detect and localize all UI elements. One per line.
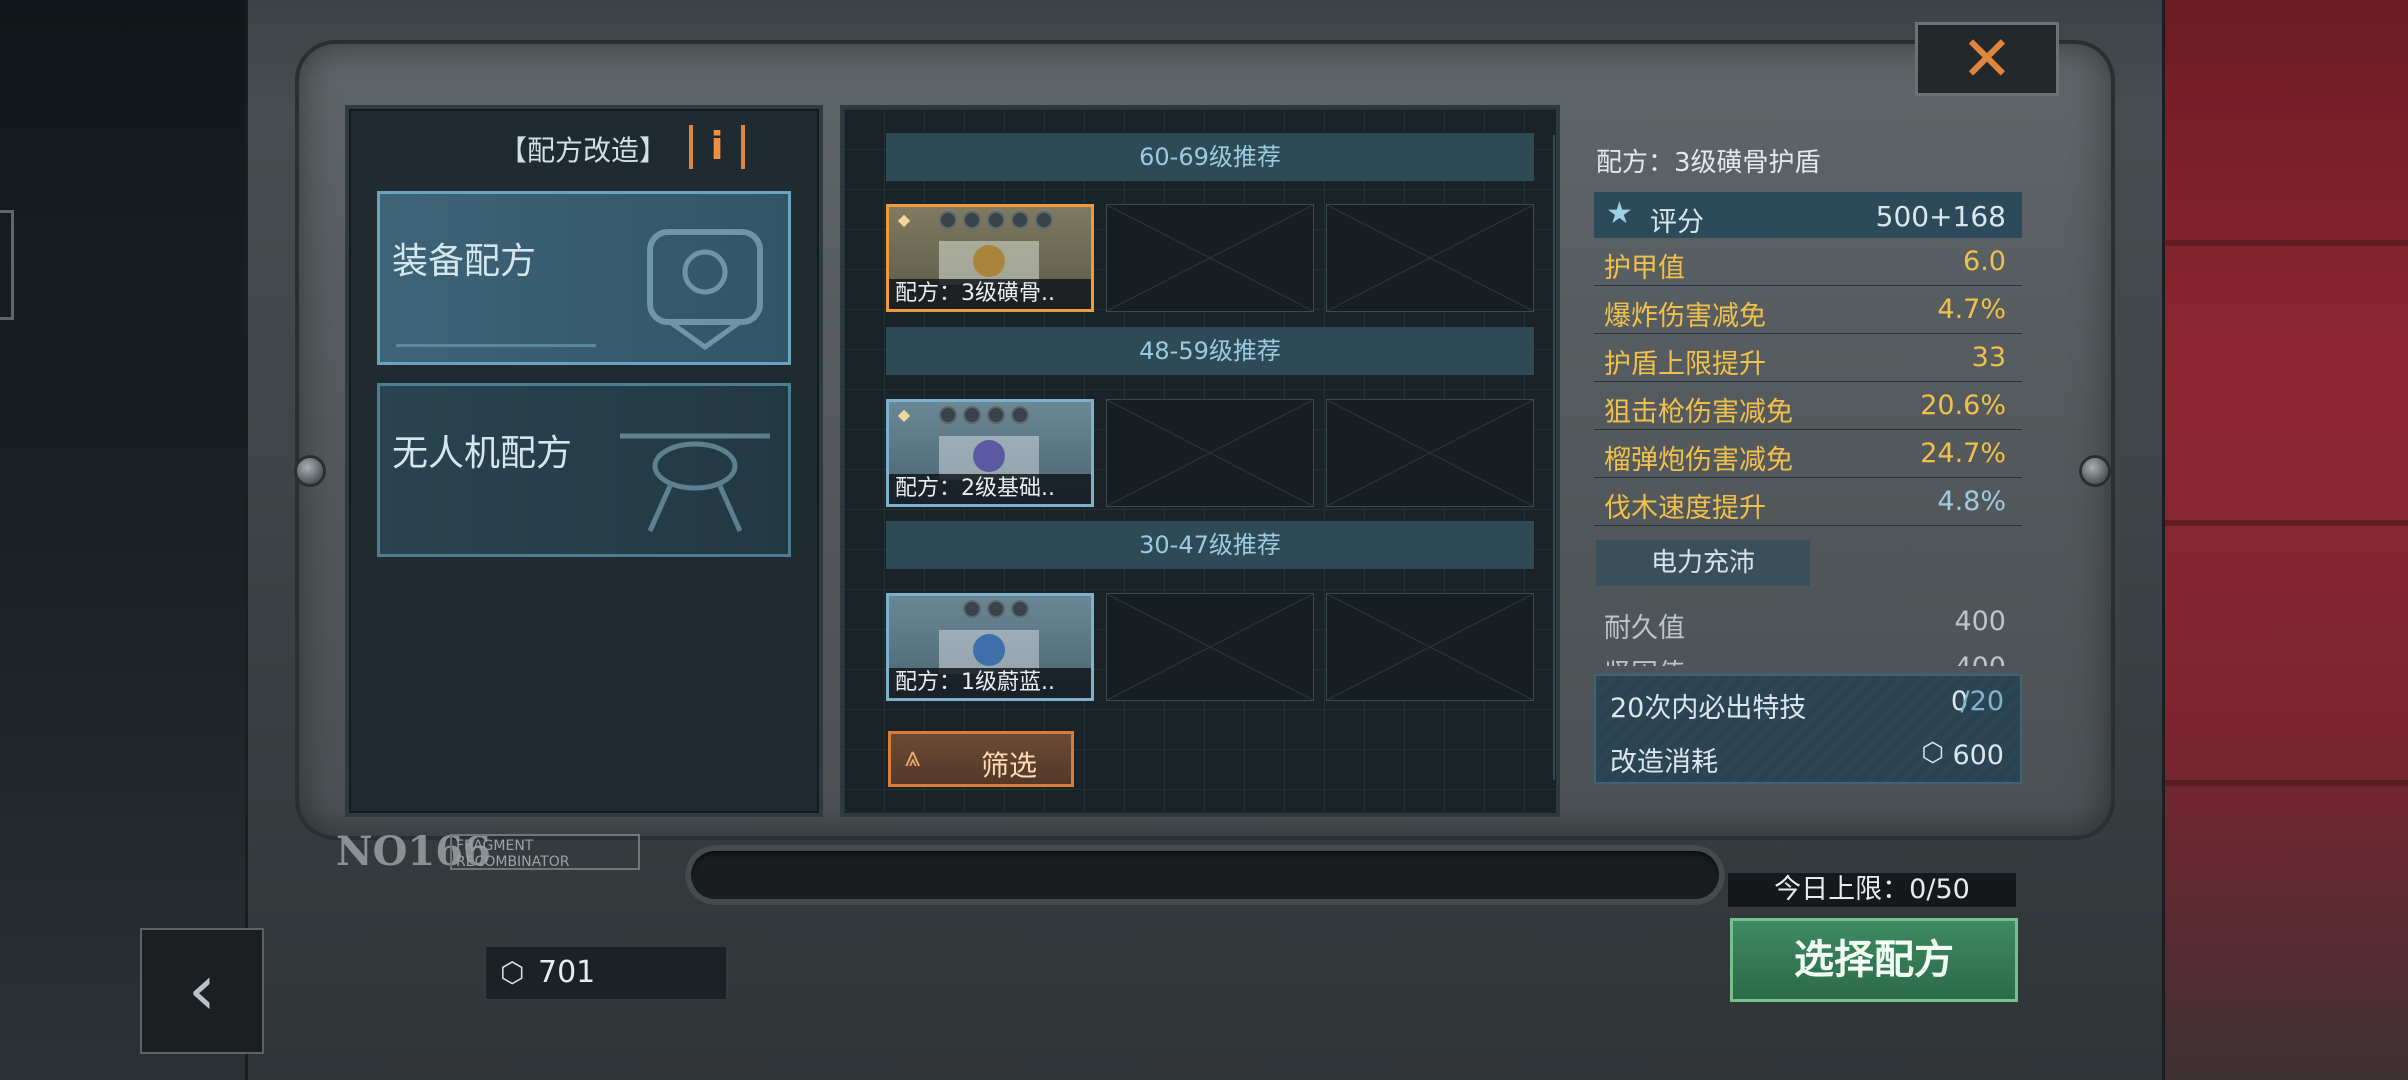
stat-value: 20.6% <box>1920 390 2006 421</box>
recipe-list-panel: 60-69级推荐 ◆ 配方：3级磺骨.. 48-59级推荐 ◆ 配方：2级基础.… <box>840 105 1560 817</box>
star-icon <box>987 600 1005 618</box>
stat-name: 护盾上限提升 <box>1604 349 1766 380</box>
guarantee-label: 20次内必出特技 <box>1610 693 1807 724</box>
star-icon <box>1011 211 1029 229</box>
category-drone-recipe[interactable]: 无人机配方 <box>377 383 791 557</box>
stat-row: 护甲值 6.0 <box>1594 240 2022 286</box>
drone-icon <box>620 433 770 533</box>
category-label: 装备配方 <box>392 241 537 282</box>
empty-slot <box>1326 593 1534 701</box>
stat-name: 伐木速度提升 <box>1604 493 1766 524</box>
stat-name: 坚固值 <box>1604 652 1685 666</box>
fragment-icon: ⬡ <box>500 956 525 989</box>
recipe-detail-title: 配方：3级磺骨护盾 <box>1596 148 1821 178</box>
modify-info-box: 20次内必出特技 0 /20 改造消耗 ⬡ 600 <box>1594 674 2022 784</box>
rivet <box>297 458 323 484</box>
recipe-name: 配方：1级蔚蓝.. <box>889 668 1091 698</box>
stat-name: 耐久值 <box>1604 613 1685 644</box>
empty-slot <box>1326 204 1534 312</box>
background-right <box>2165 0 2408 1080</box>
armor-icon <box>647 229 763 351</box>
star-icon <box>1035 211 1053 229</box>
score-value: 500+168 <box>1875 200 2006 233</box>
divider <box>1553 135 1555 780</box>
empty-slot <box>1326 399 1534 507</box>
star-icon <box>939 211 957 229</box>
output-slot <box>685 845 1725 905</box>
stat-row: 伐木速度提升 4.8% <box>1594 480 2022 526</box>
filter-button[interactable]: ⩓ 筛选 <box>888 731 1074 787</box>
score-label: 评分 <box>1650 207 1704 238</box>
star-icon <box>987 211 1005 229</box>
stat-row: 狙击枪伤害减免 20.6% <box>1594 384 2022 430</box>
back-button[interactable]: ‹ <box>140 928 264 1054</box>
stat-value: 400 <box>1954 652 2006 666</box>
machine-brand-plate: FRAGMENT RECOMBINATOR <box>450 834 640 870</box>
category-label: 无人机配方 <box>392 433 573 474</box>
sturdiness-row: 坚固值 400 <box>1594 646 2022 666</box>
recipe-name: 配方：3级磺骨.. <box>889 279 1091 309</box>
star-icon <box>1011 600 1029 618</box>
card-underline <box>396 344 596 347</box>
empty-slot <box>1106 399 1314 507</box>
star-icon <box>939 406 957 424</box>
star-icon <box>987 406 1005 424</box>
empty-slot <box>1106 593 1314 701</box>
stat-value: 4.7% <box>1937 294 2006 325</box>
guarantee-total: /20 <box>1960 686 2004 717</box>
panel-title: 【配方改造】 <box>499 134 668 167</box>
star-icon <box>963 406 981 424</box>
close-icon: ✕ <box>1961 22 2013 95</box>
fragment-count: 701 <box>538 955 596 990</box>
category-panel: 【配方改造】 i 装备配方 无人机配方 <box>345 105 823 817</box>
diamond-icon: ◆ <box>897 210 911 229</box>
cost-label: 改造消耗 <box>1610 747 1718 778</box>
recipe-name: 配方：2级基础.. <box>889 474 1091 504</box>
special-skill-tag: 电力充沛 <box>1596 540 1810 586</box>
select-recipe-button[interactable]: 选择配方 <box>1730 918 2018 1002</box>
filter-icon: ⩓ <box>905 740 921 773</box>
fragment-icon: ⬡ <box>1921 738 1944 768</box>
group-header: 48-59级推荐 <box>886 327 1534 375</box>
fragment-balance: ⬡ 701 <box>484 945 728 1001</box>
stat-value: 24.7% <box>1920 438 2006 469</box>
diamond-icon: ◆ <box>897 405 911 424</box>
stat-value: 400 <box>1954 606 2006 637</box>
side-tab <box>0 210 14 320</box>
stat-value: 4.8% <box>1937 486 2006 517</box>
cost-value: 600 <box>1952 740 2004 771</box>
score-star-icon: ★ <box>1606 196 1633 231</box>
stat-name: 爆炸伤害减免 <box>1604 301 1766 332</box>
category-equipment-recipe[interactable]: 装备配方 <box>377 191 791 365</box>
rivet <box>2082 458 2108 484</box>
stat-value: 33 <box>1971 342 2006 373</box>
stat-value: 6.0 <box>1963 246 2006 277</box>
chevron-left-icon: ‹ <box>188 949 216 1031</box>
group-header: 60-69级推荐 <box>886 133 1534 181</box>
recipe-card-tier3[interactable]: ◆ 配方：3级磺骨.. <box>886 204 1094 312</box>
empty-slot <box>1106 204 1314 312</box>
durability-row: 耐久值 400 <box>1594 600 2022 646</box>
star-icon <box>1011 406 1029 424</box>
stat-row: 护盾上限提升 33 <box>1594 336 2022 382</box>
stat-name: 护甲值 <box>1604 253 1685 284</box>
recipe-card-tier2[interactable]: ◆ 配方：2级基础.. <box>886 399 1094 507</box>
stat-name: 榴弹炮伤害减免 <box>1604 445 1793 476</box>
star-icon <box>963 211 981 229</box>
daily-limit: 今日上限：0/50 <box>1728 873 2016 907</box>
star-icon <box>963 600 981 618</box>
group-header: 30-47级推荐 <box>886 521 1534 569</box>
info-button[interactable]: i <box>689 125 745 169</box>
filter-label: 筛选 <box>981 749 1038 782</box>
recipe-card-tier1[interactable]: 配方：1级蔚蓝.. <box>886 593 1094 701</box>
stat-row: 榴弹炮伤害减免 24.7% <box>1594 432 2022 478</box>
stat-name: 狙击枪伤害减免 <box>1604 397 1793 428</box>
stat-row: 爆炸伤害减免 4.7% <box>1594 288 2022 334</box>
score-row: ★ 评分 500+168 <box>1594 192 2022 238</box>
close-button[interactable]: ✕ <box>1915 22 2059 96</box>
background-left <box>0 0 245 1080</box>
